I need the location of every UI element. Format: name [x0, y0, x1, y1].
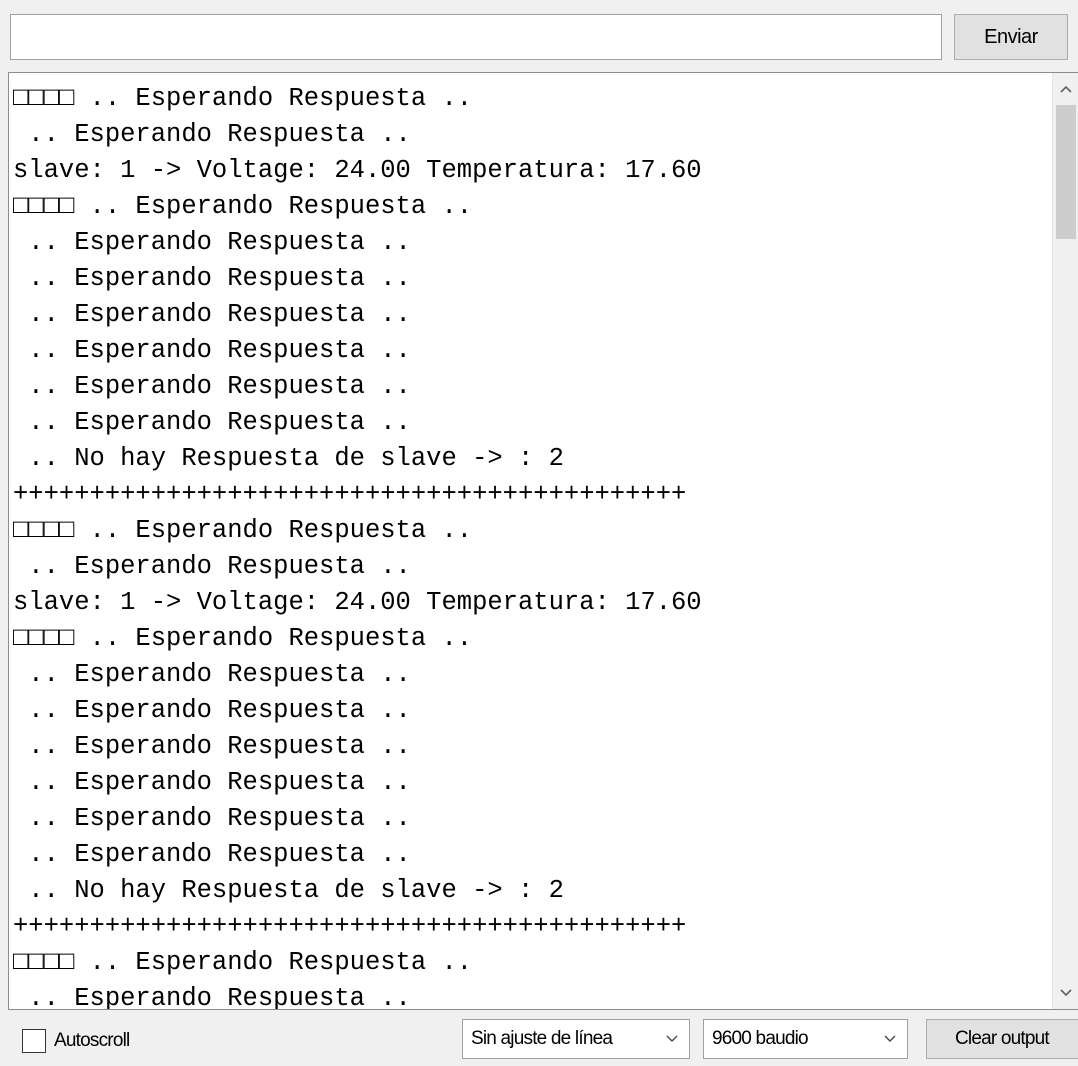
output-line: □□□□ .. Esperando Respuesta ..: [13, 624, 473, 653]
output-line: .. Esperando Respuesta ..: [13, 696, 411, 725]
output-line: slave: 1 -> Voltage: 24.00 Temperatura: …: [13, 156, 702, 185]
send-button[interactable]: Enviar: [954, 14, 1068, 60]
output-line: .. Esperando Respuesta ..: [13, 840, 411, 869]
chevron-down-icon: [884, 1035, 896, 1042]
output-line: ++++++++++++++++++++++++++++++++++++++++…: [13, 480, 687, 509]
output-line: .. Esperando Respuesta ..: [13, 120, 411, 149]
output-line: .. Esperando Respuesta ..: [13, 804, 411, 833]
serial-output[interactable]: □□□□ .. Esperando Respuesta .. .. Espera…: [8, 72, 1078, 1010]
autoscroll-checkbox[interactable]: [22, 1029, 46, 1053]
chevron-down-icon: [666, 1035, 678, 1042]
output-line: □□□□ .. Esperando Respuesta ..: [13, 84, 473, 113]
line-ending-value: Sin ajuste de línea: [471, 1028, 613, 1049]
baud-rate-value: 9600 baudio: [712, 1028, 809, 1049]
output-line: .. Esperando Respuesta ..: [13, 552, 411, 581]
scroll-down-button[interactable]: [1053, 977, 1078, 1009]
output-line: .. Esperando Respuesta ..: [13, 336, 411, 365]
output-line: □□□□ .. Esperando Respuesta ..: [13, 948, 473, 977]
vertical-scrollbar[interactable]: [1052, 73, 1078, 1009]
output-line: .. Esperando Respuesta ..: [13, 984, 411, 1010]
clear-output-button[interactable]: Clear output: [926, 1019, 1078, 1059]
baud-rate-select[interactable]: 9600 baudio: [703, 1019, 908, 1059]
output-line: .. No hay Respuesta de slave -> : 2: [13, 876, 564, 905]
output-line: .. Esperando Respuesta ..: [13, 660, 411, 689]
output-line: □□□□ .. Esperando Respuesta ..: [13, 192, 473, 221]
output-lines: □□□□ .. Esperando Respuesta .. .. Espera…: [13, 81, 1053, 1010]
output-line: .. Esperando Respuesta ..: [13, 408, 411, 437]
autoscroll-label: Autoscroll: [54, 1030, 130, 1051]
line-ending-select[interactable]: Sin ajuste de línea: [462, 1019, 690, 1059]
serial-monitor-window: Enviar □□□□ .. Esperando Respuesta .. ..…: [0, 0, 1078, 1066]
chevron-up-icon: [1060, 85, 1072, 93]
autoscroll-toggle[interactable]: Autoscroll: [22, 1026, 130, 1056]
scroll-up-button[interactable]: [1053, 73, 1078, 105]
output-line: .. Esperando Respuesta ..: [13, 264, 411, 293]
output-line: .. Esperando Respuesta ..: [13, 732, 411, 761]
output-line: slave: 1 -> Voltage: 24.00 Temperatura: …: [13, 588, 702, 617]
output-line: □□□□ .. Esperando Respuesta ..: [13, 516, 473, 545]
chevron-down-icon: [1060, 989, 1072, 997]
output-line: .. Esperando Respuesta ..: [13, 768, 411, 797]
scroll-thumb[interactable]: [1056, 105, 1076, 239]
output-line: .. Esperando Respuesta ..: [13, 228, 411, 257]
output-line: .. Esperando Respuesta ..: [13, 372, 411, 401]
send-input[interactable]: [10, 14, 942, 60]
output-line: .. No hay Respuesta de slave -> : 2: [13, 444, 564, 473]
output-line: .. Esperando Respuesta ..: [13, 300, 411, 329]
output-line: ++++++++++++++++++++++++++++++++++++++++…: [13, 912, 687, 941]
